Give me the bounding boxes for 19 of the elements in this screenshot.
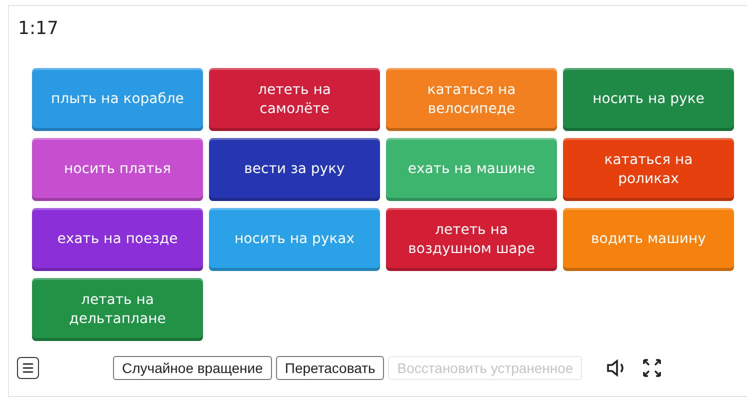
word-tile[interactable]: носить платья (32, 138, 203, 201)
fullscreen-icon[interactable] (642, 358, 662, 378)
word-tile[interactable]: кататься на велосипеде (386, 68, 557, 131)
word-tile[interactable]: лететь на воздушном шаре (386, 208, 557, 271)
word-tile[interactable]: водить машину (563, 208, 734, 271)
word-tile[interactable]: вести за руку (209, 138, 380, 201)
word-tile[interactable]: плыть на корабле (32, 68, 203, 131)
word-tile[interactable]: носить на руке (563, 68, 734, 131)
menu-icon (22, 362, 34, 374)
word-tile[interactable]: ехать на поезде (32, 208, 203, 271)
timer: 1:17 (17, 17, 60, 41)
word-tile[interactable]: летать на дельтаплане (32, 278, 203, 341)
word-tile[interactable]: кататься на роликах (563, 138, 734, 201)
toolbar-button[interactable]: Случайное вращение (113, 356, 272, 380)
word-tile[interactable]: носить на руках (209, 208, 380, 271)
word-tile[interactable]: ехать на машине (386, 138, 557, 201)
toolbar-button[interactable]: Перетасовать (276, 356, 384, 380)
menu-button[interactable] (17, 357, 39, 379)
word-tile[interactable]: лететь на самолёте (209, 68, 380, 131)
